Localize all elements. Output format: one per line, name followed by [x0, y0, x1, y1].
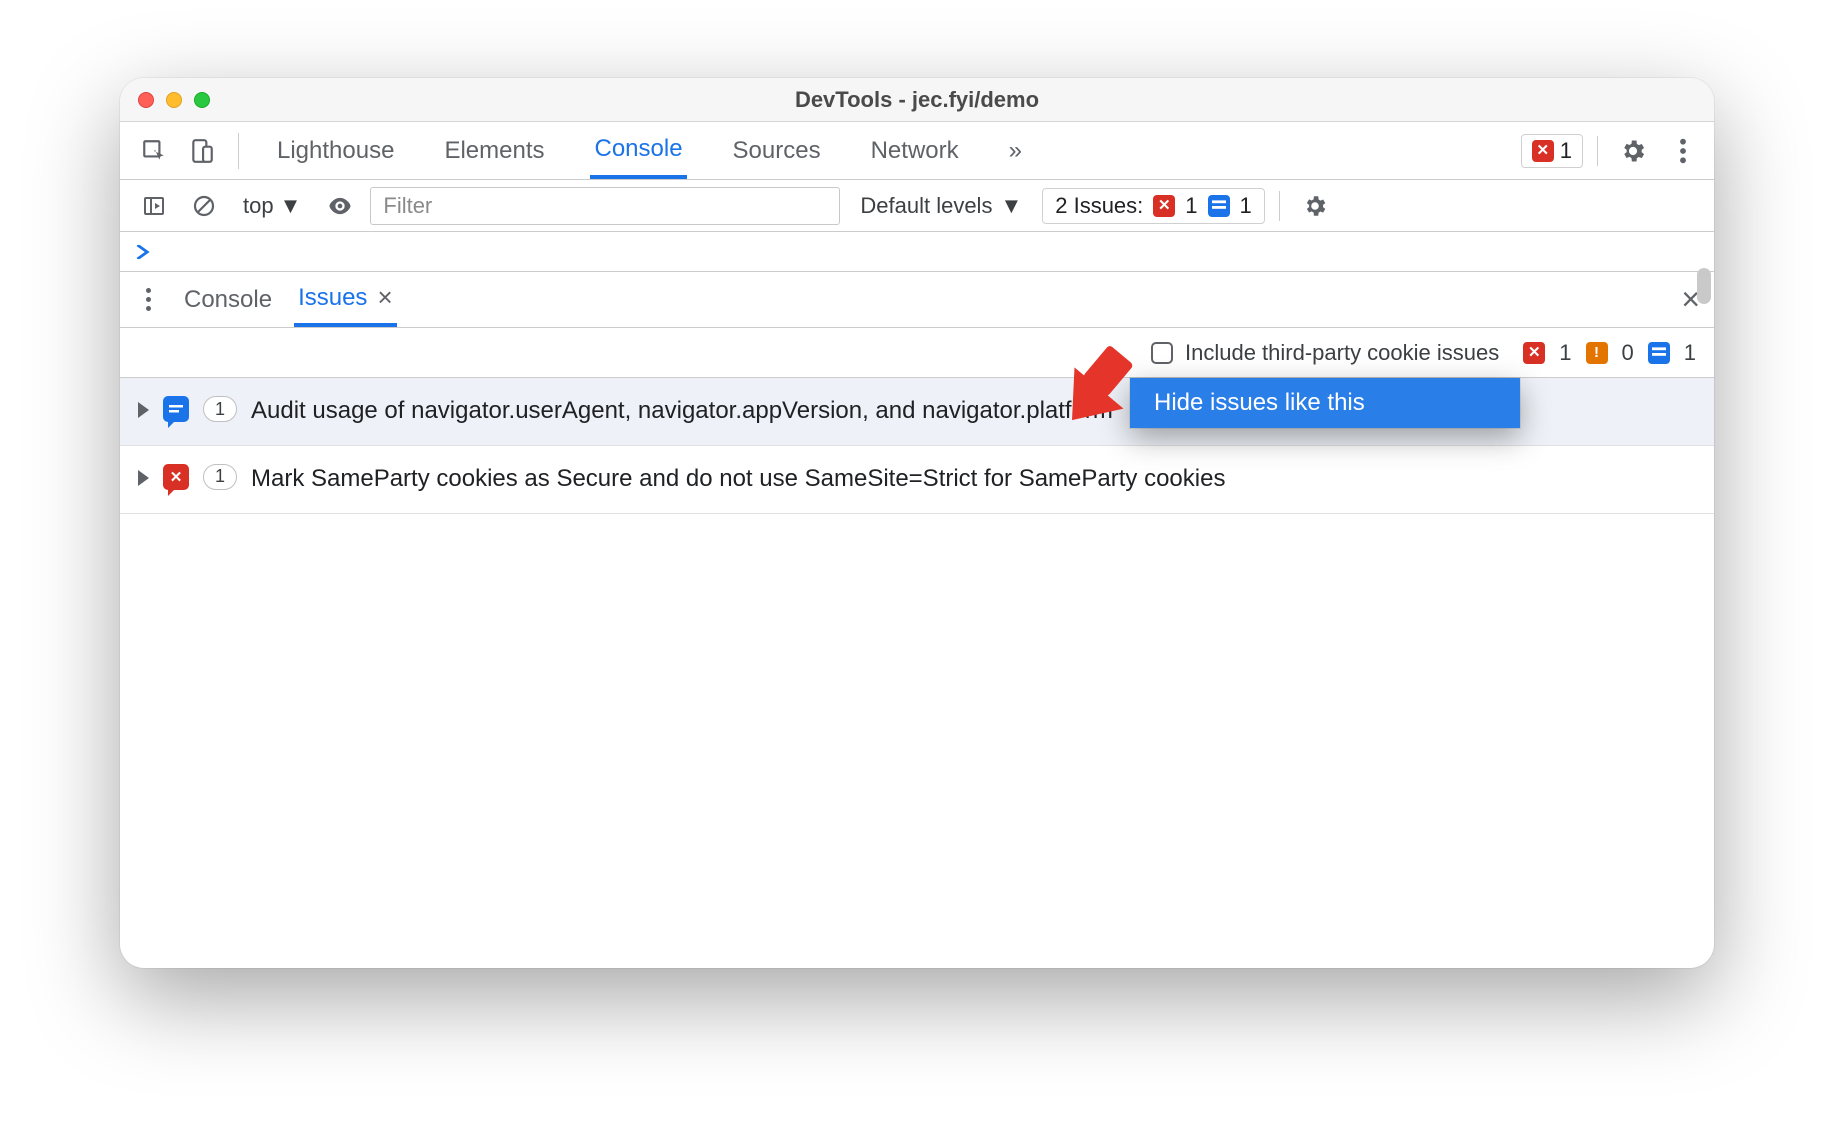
console-prompt[interactable]	[120, 232, 1714, 272]
console-sidebar-toggle-icon[interactable]	[134, 186, 174, 226]
device-toolbar-icon[interactable]	[182, 131, 222, 171]
close-tab-icon[interactable]: ×	[377, 282, 392, 313]
chevron-down-icon: ▼	[280, 193, 302, 219]
tab-network[interactable]: Network	[867, 123, 963, 179]
issues-summary-chip[interactable]: 2 Issues: ✕ 1 1	[1042, 188, 1265, 224]
zoom-window-icon[interactable]	[194, 92, 210, 108]
live-expression-icon[interactable]	[320, 186, 360, 226]
tab-label: Elements	[444, 137, 544, 165]
drawer-tab-issues[interactable]: Issues ×	[294, 273, 397, 327]
error-bubble-icon: ✕	[163, 464, 189, 490]
issues-info-count: 1	[1240, 193, 1252, 219]
console-toolbar: top ▼ Default levels ▼ 2 Issues: ✕ 1 1	[120, 180, 1714, 232]
context-menu-label: Hide issues like this	[1154, 389, 1365, 417]
close-window-icon[interactable]	[138, 92, 154, 108]
info-icon	[1208, 195, 1230, 217]
issue-count-pill: 1	[203, 464, 237, 490]
issue-title: Mark SameParty cookies as Secure and do …	[251, 462, 1696, 497]
tab-lighthouse[interactable]: Lighthouse	[273, 123, 398, 179]
tab-label: Console	[594, 135, 682, 163]
issues-error-count: 1	[1185, 193, 1197, 219]
count-info: 1	[1684, 340, 1696, 366]
issues-label: 2 Issues:	[1055, 193, 1143, 219]
drawer-tab-label: Console	[184, 286, 272, 314]
tab-elements[interactable]: Elements	[440, 123, 548, 179]
log-levels-select[interactable]: Default levels ▼	[850, 187, 1032, 225]
tab-label: Lighthouse	[277, 137, 394, 165]
drawer-kebab-icon[interactable]	[134, 288, 162, 311]
console-settings-icon[interactable]	[1294, 185, 1336, 227]
kebab-menu-icon[interactable]	[1662, 130, 1704, 172]
error-icon: ✕	[1523, 342, 1545, 364]
tabs-group: Lighthouse Elements Console Sources Netw…	[255, 123, 1026, 179]
prompt-chevron-icon	[136, 245, 150, 259]
settings-icon[interactable]	[1612, 130, 1654, 172]
chevron-down-icon: ▼	[1000, 193, 1022, 219]
divider	[1279, 191, 1280, 221]
issue-count: 1	[215, 466, 225, 487]
error-icon: ✕	[1532, 140, 1554, 162]
tabs-overflow[interactable]: »	[1005, 123, 1026, 179]
levels-label: Default levels	[860, 193, 992, 219]
tab-sources[interactable]: Sources	[729, 123, 825, 179]
divider	[238, 133, 239, 169]
scrollbar-thumb[interactable]	[1697, 268, 1711, 304]
tab-label: Network	[871, 137, 959, 165]
tab-label: Sources	[733, 137, 821, 165]
count-warn: 0	[1622, 340, 1634, 366]
expand-icon[interactable]	[138, 402, 149, 418]
error-icon: ✕	[1153, 195, 1175, 217]
errors-badge[interactable]: ✕ 1	[1521, 134, 1583, 168]
context-label: top	[243, 193, 274, 219]
drawer-tab-console[interactable]: Console	[180, 273, 276, 327]
drawer-tab-label: Issues	[298, 284, 367, 312]
warning-icon: !	[1586, 342, 1608, 364]
issues-counts: ✕ 1 ! 0 1	[1523, 340, 1696, 366]
third-party-checkbox[interactable]	[1151, 342, 1173, 364]
drawer-tabs: Console Issues × ×	[120, 272, 1714, 328]
info-icon	[1648, 342, 1670, 364]
divider	[1597, 136, 1598, 166]
issue-count-pill: 1	[203, 396, 237, 422]
traffic-lights	[138, 78, 210, 121]
count-error: 1	[1559, 340, 1571, 366]
tab-console[interactable]: Console	[590, 123, 686, 179]
execution-context-select[interactable]: top ▼	[234, 188, 310, 224]
filter-input[interactable]	[370, 187, 840, 225]
devtools-window: DevTools - jec.fyi/demo Lighthouse Eleme…	[120, 78, 1714, 968]
issues-filter-bar: Include third-party cookie issues ✕ 1 ! …	[120, 328, 1714, 378]
context-menu-item-hide-issues[interactable]: Hide issues like this	[1130, 378, 1520, 428]
titlebar: DevTools - jec.fyi/demo	[120, 78, 1714, 122]
clear-console-icon[interactable]	[184, 186, 224, 226]
context-menu: Hide issues like this	[1130, 378, 1520, 428]
inspect-element-icon[interactable]	[134, 131, 174, 171]
main-tabbar: Lighthouse Elements Console Sources Netw…	[120, 122, 1714, 180]
third-party-label: Include third-party cookie issues	[1185, 340, 1499, 366]
errors-count: 1	[1560, 138, 1572, 164]
issue-count: 1	[215, 399, 225, 420]
info-bubble-icon	[163, 396, 189, 422]
overflow-glyph: »	[1009, 137, 1022, 165]
window-title: DevTools - jec.fyi/demo	[120, 87, 1714, 113]
expand-icon[interactable]	[138, 470, 149, 486]
minimize-window-icon[interactable]	[166, 92, 182, 108]
issue-row[interactable]: ✕ 1 Mark SameParty cookies as Secure and…	[120, 446, 1714, 514]
